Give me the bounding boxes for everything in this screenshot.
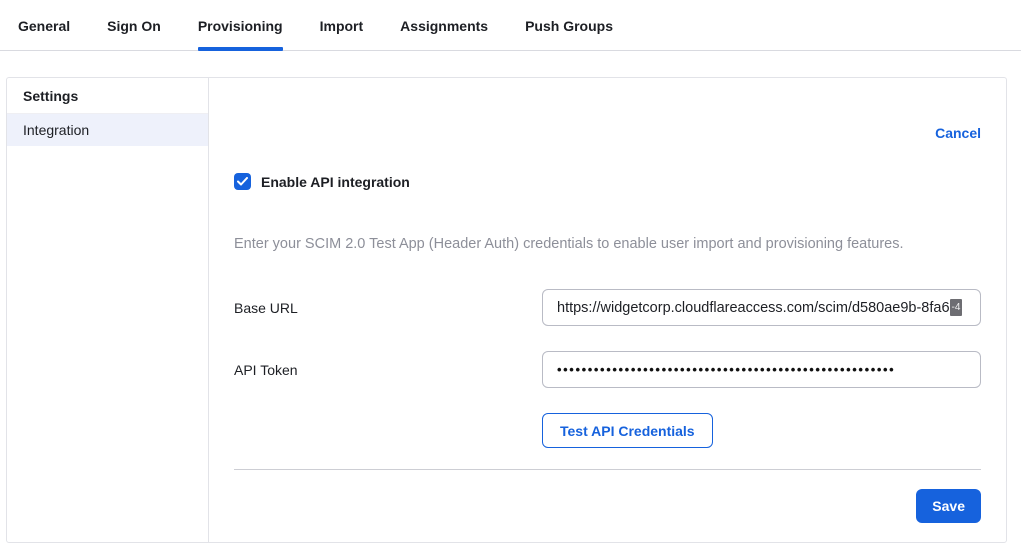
save-button[interactable]: Save bbox=[916, 489, 981, 523]
base-url-label: Base URL bbox=[234, 300, 542, 316]
tab-general[interactable]: General bbox=[18, 18, 70, 50]
base-url-input[interactable]: https://widgetcorp.cloudflareaccess.com/… bbox=[542, 289, 981, 326]
tab-assignments[interactable]: Assignments bbox=[400, 18, 488, 50]
tab-provisioning[interactable]: Provisioning bbox=[198, 18, 283, 50]
app-tab-bar: General Sign On Provisioning Import Assi… bbox=[0, 0, 1021, 51]
settings-sidebar: Settings Integration bbox=[7, 78, 209, 542]
save-row: Save bbox=[234, 489, 981, 523]
footer-divider bbox=[234, 469, 981, 470]
button-indent-spacer bbox=[234, 413, 542, 448]
tab-import[interactable]: Import bbox=[320, 18, 364, 50]
base-url-value: https://widgetcorp.cloudflareaccess.com/… bbox=[557, 300, 950, 316]
integration-panel: Cancel Enable API integration Enter your… bbox=[209, 78, 1006, 542]
test-credentials-row: Test API Credentials bbox=[234, 413, 981, 448]
credentials-description: Enter your SCIM 2.0 Test App (Header Aut… bbox=[234, 236, 981, 252]
enable-api-label: Enable API integration bbox=[261, 174, 410, 190]
sidebar-item-integration[interactable]: Integration bbox=[7, 114, 208, 146]
test-api-credentials-button[interactable]: Test API Credentials bbox=[542, 413, 713, 448]
api-token-label: API Token bbox=[234, 362, 542, 378]
checkmark-icon bbox=[237, 177, 248, 186]
base-url-selection-tail: -4 bbox=[950, 299, 963, 316]
tab-sign-on[interactable]: Sign On bbox=[107, 18, 161, 50]
base-url-row: Base URL https://widgetcorp.cloudflareac… bbox=[234, 289, 981, 326]
api-token-input[interactable]: ••••••••••••••••••••••••••••••••••••••••… bbox=[542, 351, 981, 388]
api-token-row: API Token ••••••••••••••••••••••••••••••… bbox=[234, 351, 981, 388]
cancel-link[interactable]: Cancel bbox=[935, 125, 981, 141]
sidebar-header: Settings bbox=[7, 78, 208, 114]
cancel-row: Cancel bbox=[234, 125, 981, 143]
enable-api-checkbox[interactable] bbox=[234, 173, 251, 190]
enable-api-row: Enable API integration bbox=[234, 173, 981, 190]
provisioning-card: Settings Integration Cancel Enable API i… bbox=[6, 77, 1007, 543]
api-token-masked-value: ••••••••••••••••••••••••••••••••••••••••… bbox=[557, 362, 895, 377]
tab-push-groups[interactable]: Push Groups bbox=[525, 18, 613, 50]
credentials-form: Base URL https://widgetcorp.cloudflareac… bbox=[234, 289, 981, 448]
